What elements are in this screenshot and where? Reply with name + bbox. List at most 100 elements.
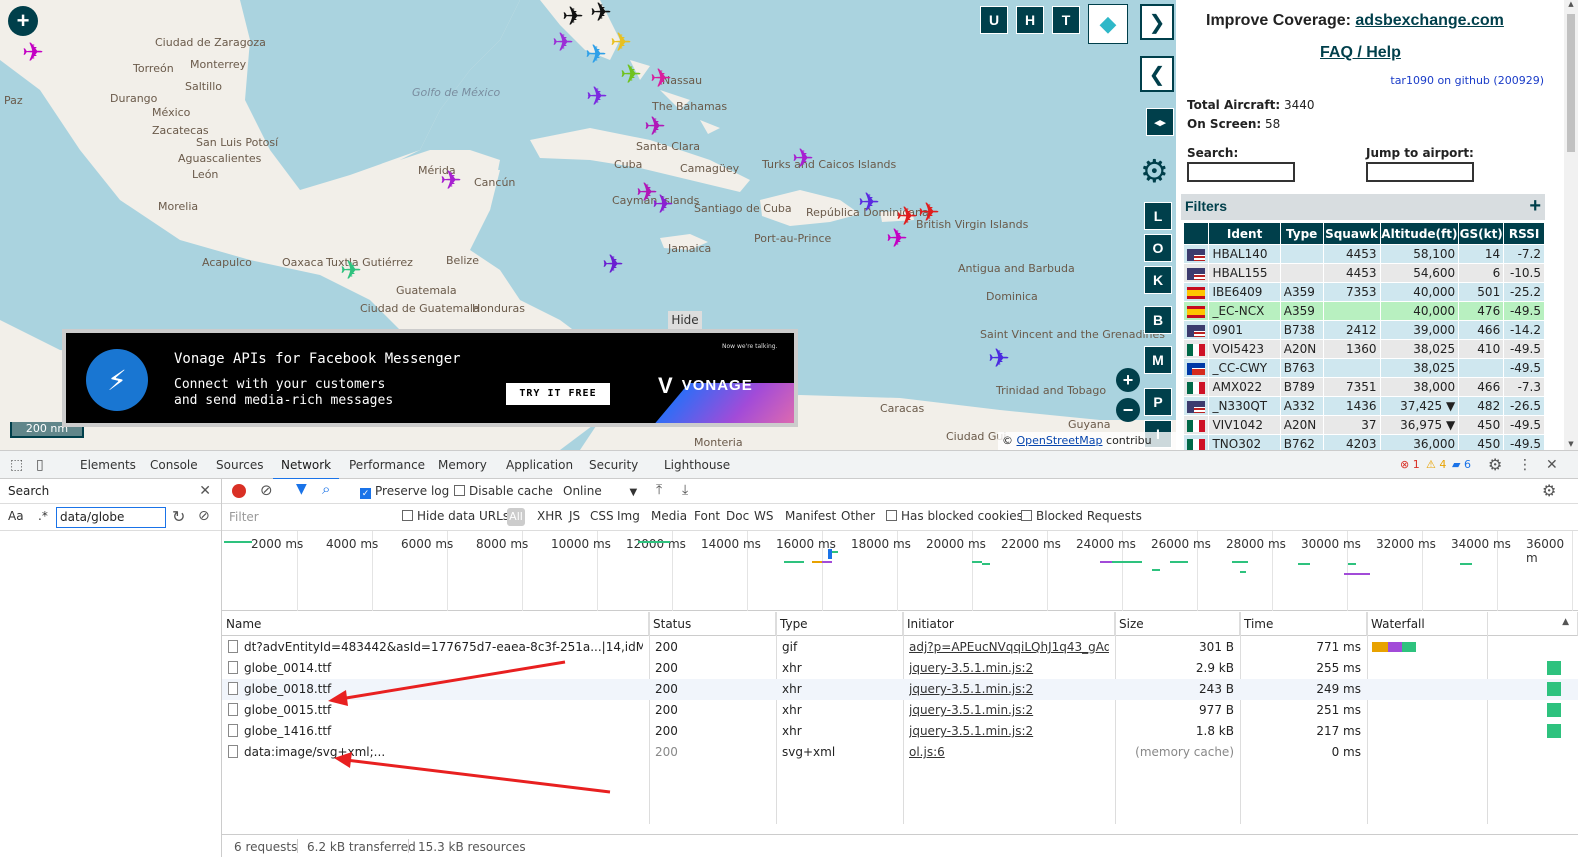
match-case-toggle[interactable]: Aa (8, 509, 24, 523)
type-filter-js[interactable]: JS (569, 509, 580, 523)
close-search-icon[interactable]: ✕ (199, 483, 211, 499)
layers-button[interactable]: ◆ (1088, 4, 1128, 44)
map-button-o[interactable]: O (1144, 234, 1172, 262)
column-header-gskt[interactable]: GS(kt) (1458, 222, 1505, 245)
settings-gear-icon[interactable]: ⚙ (1488, 455, 1502, 474)
aircraft-row[interactable]: _CC-CWY B763 38,025 -49.5 (1182, 358, 1545, 378)
advertisement[interactable]: ⚡ Vonage APIs for Facebook Messenger Con… (62, 329, 798, 427)
openstreetmap-link[interactable]: OpenStreetMap (1017, 434, 1103, 447)
tab-sources[interactable]: Sources (216, 458, 263, 472)
device-toolbar-icon[interactable]: ▯ (36, 457, 44, 473)
adsbexchange-link[interactable]: adsbexchange.com (1355, 12, 1504, 29)
button-h[interactable]: H (1016, 6, 1044, 34)
aircraft-row[interactable]: HBAL140 4453 58,100 14 -7.2 (1182, 244, 1545, 264)
type-filter-media[interactable]: Media (651, 509, 687, 523)
column-header-squawk[interactable]: Squawk (1322, 222, 1381, 245)
error-count[interactable]: ⊗ 1 (1400, 458, 1420, 471)
warning-count[interactable]: ⚠ 4 (1426, 458, 1446, 471)
aircraft-row[interactable]: IBE6409 A359 7353 40,000 501 -25.2 (1182, 282, 1545, 302)
resize-toggle-button[interactable]: ◂▸ (1146, 108, 1174, 136)
request-initiator[interactable]: jquery-3.5.1.min.js:2 (909, 703, 1109, 717)
aircraft-icon[interactable]: ✈ (792, 146, 814, 172)
request-row[interactable]: globe_0018.ttf 200 xhr jquery-3.5.1.min.js:… (222, 679, 1578, 700)
add-filter-icon[interactable]: + (1529, 195, 1541, 218)
column-header-type[interactable]: Type (776, 612, 903, 636)
aircraft-row[interactable]: VOI5423 A20N 1360 38,025 410 -49.5 (1182, 339, 1545, 359)
type-filter-font[interactable]: Font (694, 509, 720, 523)
hide-data-urls-checkbox[interactable]: Hide data URLs (402, 509, 509, 523)
add-circle-icon[interactable]: + (8, 6, 38, 36)
inspect-element-icon[interactable]: ⬚ (10, 457, 23, 473)
aircraft-icon[interactable]: ✈ (590, 0, 612, 26)
column-header-rssi[interactable]: RSSI (1503, 222, 1545, 245)
scroll-down-arrow-icon[interactable]: ▼ (1564, 440, 1578, 448)
aircraft-row[interactable]: VIV1042 A20N 37 36,975 ▼ 450 -49.5 (1182, 415, 1545, 435)
request-initiator[interactable]: ol.js:6 (909, 745, 1109, 759)
request-row[interactable]: globe_0014.ttf 200 xhr jquery-3.5.1.min.js:… (222, 658, 1578, 679)
has-blocked-cookies-checkbox[interactable]: Has blocked cookies (886, 509, 1023, 523)
aircraft-icon[interactable]: ✈ (988, 346, 1010, 372)
map-button-p[interactable]: P (1144, 388, 1172, 416)
aircraft-icon[interactable]: ✈ (652, 192, 674, 218)
column-header-size[interactable]: Size (1115, 612, 1240, 636)
button-t[interactable]: T (1052, 6, 1080, 34)
tab-memory[interactable]: Memory (438, 458, 487, 472)
record-button[interactable] (232, 484, 246, 498)
button-u[interactable]: U (980, 6, 1008, 34)
column-header-type[interactable]: Type (1279, 222, 1324, 245)
aircraft-icon[interactable]: ✈ (644, 114, 666, 140)
map-button-b[interactable]: B (1144, 306, 1172, 334)
type-filter-xhr[interactable]: XHR (537, 509, 563, 523)
zoom-out-button[interactable]: − (1116, 398, 1140, 422)
aircraft-row[interactable]: _N330QT A332 1436 37,425 ▼ 482 -26.5 (1182, 396, 1545, 416)
clear-log-icon[interactable]: ⊘ (260, 481, 273, 499)
sidebar-scroll-thumb[interactable] (1567, 14, 1575, 152)
request-row[interactable]: data:image/svg+xml;... 200 svg+xml ol.js:6 (… (222, 742, 1578, 763)
tab-network[interactable]: Network (272, 458, 340, 480)
aircraft-search-input[interactable] (1187, 162, 1295, 182)
aircraft-icon[interactable]: ✈ (440, 168, 462, 194)
aircraft-icon[interactable]: ✈ (620, 62, 642, 88)
type-filter-doc[interactable]: Doc (726, 509, 749, 523)
request-initiator[interactable]: jquery-3.5.1.min.js:2 (909, 682, 1109, 696)
network-filter-input[interactable]: Filter (225, 508, 389, 526)
type-filter-css[interactable]: CSS (590, 509, 614, 523)
aircraft-icon[interactable]: ✈ (886, 226, 908, 252)
filter-funnel-icon[interactable]: ▼ (296, 481, 307, 497)
ad-hide-button[interactable]: Hide (668, 311, 702, 329)
export-har-icon[interactable]: ⤓ (682, 482, 688, 498)
request-row[interactable]: dt?advEntityId=483442&asId=177675d7-eaea… (222, 637, 1578, 658)
column-header-time[interactable]: Time (1240, 612, 1367, 636)
request-initiator[interactable]: jquery-3.5.1.min.js:2 (909, 661, 1109, 675)
clear-search-icon[interactable]: ⊘ (198, 508, 210, 524)
ad-cta-button[interactable]: TRY IT FREE (506, 383, 610, 405)
scroll-up-arrow-icon[interactable]: ▲ (1564, 0, 1578, 8)
tab-console[interactable]: Console (150, 458, 198, 472)
collapse-sidebar-button[interactable]: ❮ (1140, 56, 1174, 92)
column-header-waterfall[interactable]: Waterfall ▲ (1367, 612, 1578, 636)
request-row[interactable]: globe_1416.ttf 200 xhr jquery-3.5.1.min.js:… (222, 721, 1578, 742)
filters-header[interactable]: Filters + (1181, 194, 1545, 220)
column-header-altitudeft[interactable]: Altitude(ft) (1379, 222, 1460, 245)
faq-help-link[interactable]: FAQ / Help (1320, 44, 1401, 62)
aircraft-icon[interactable]: ✈ (586, 84, 608, 110)
disable-cache-checkbox[interactable]: Disable cache (454, 484, 553, 498)
aircraft-row[interactable]: AMX022 B789 7351 38,000 466 -7.3 (1182, 377, 1545, 397)
aircraft-row[interactable]: HBAL155 4453 54,600 6 -10.5 (1182, 263, 1545, 283)
network-settings-gear-icon[interactable]: ⚙ (1542, 481, 1556, 500)
type-filter-ws[interactable]: WS (754, 509, 773, 523)
tab-performance[interactable]: Performance (349, 458, 425, 472)
network-overview-timeline[interactable]: 2000 ms 4000 ms 6000 ms 8000 ms 10000 ms 1200… (222, 531, 1578, 611)
type-filter-other[interactable]: Other (841, 509, 875, 523)
refresh-search-icon[interactable]: ↻ (172, 507, 185, 526)
sidebar-scrollbar[interactable]: ▲ ▼ (1564, 0, 1578, 450)
aircraft-icon[interactable]: ✈ (585, 42, 607, 68)
close-devtools-icon[interactable]: ✕ (1546, 457, 1558, 473)
tab-elements[interactable]: Elements (80, 458, 136, 472)
request-row[interactable]: globe_0015.ttf 200 xhr jquery-3.5.1.min.js:… (222, 700, 1578, 721)
type-filter-all[interactable]: All (507, 508, 525, 526)
aircraft-icon[interactable]: ✈ (610, 30, 632, 56)
type-filter-manifest[interactable]: Manifest (785, 509, 836, 523)
aircraft-icon[interactable]: ✈ (340, 258, 362, 284)
aircraft-icon[interactable]: ✈ (602, 252, 624, 278)
